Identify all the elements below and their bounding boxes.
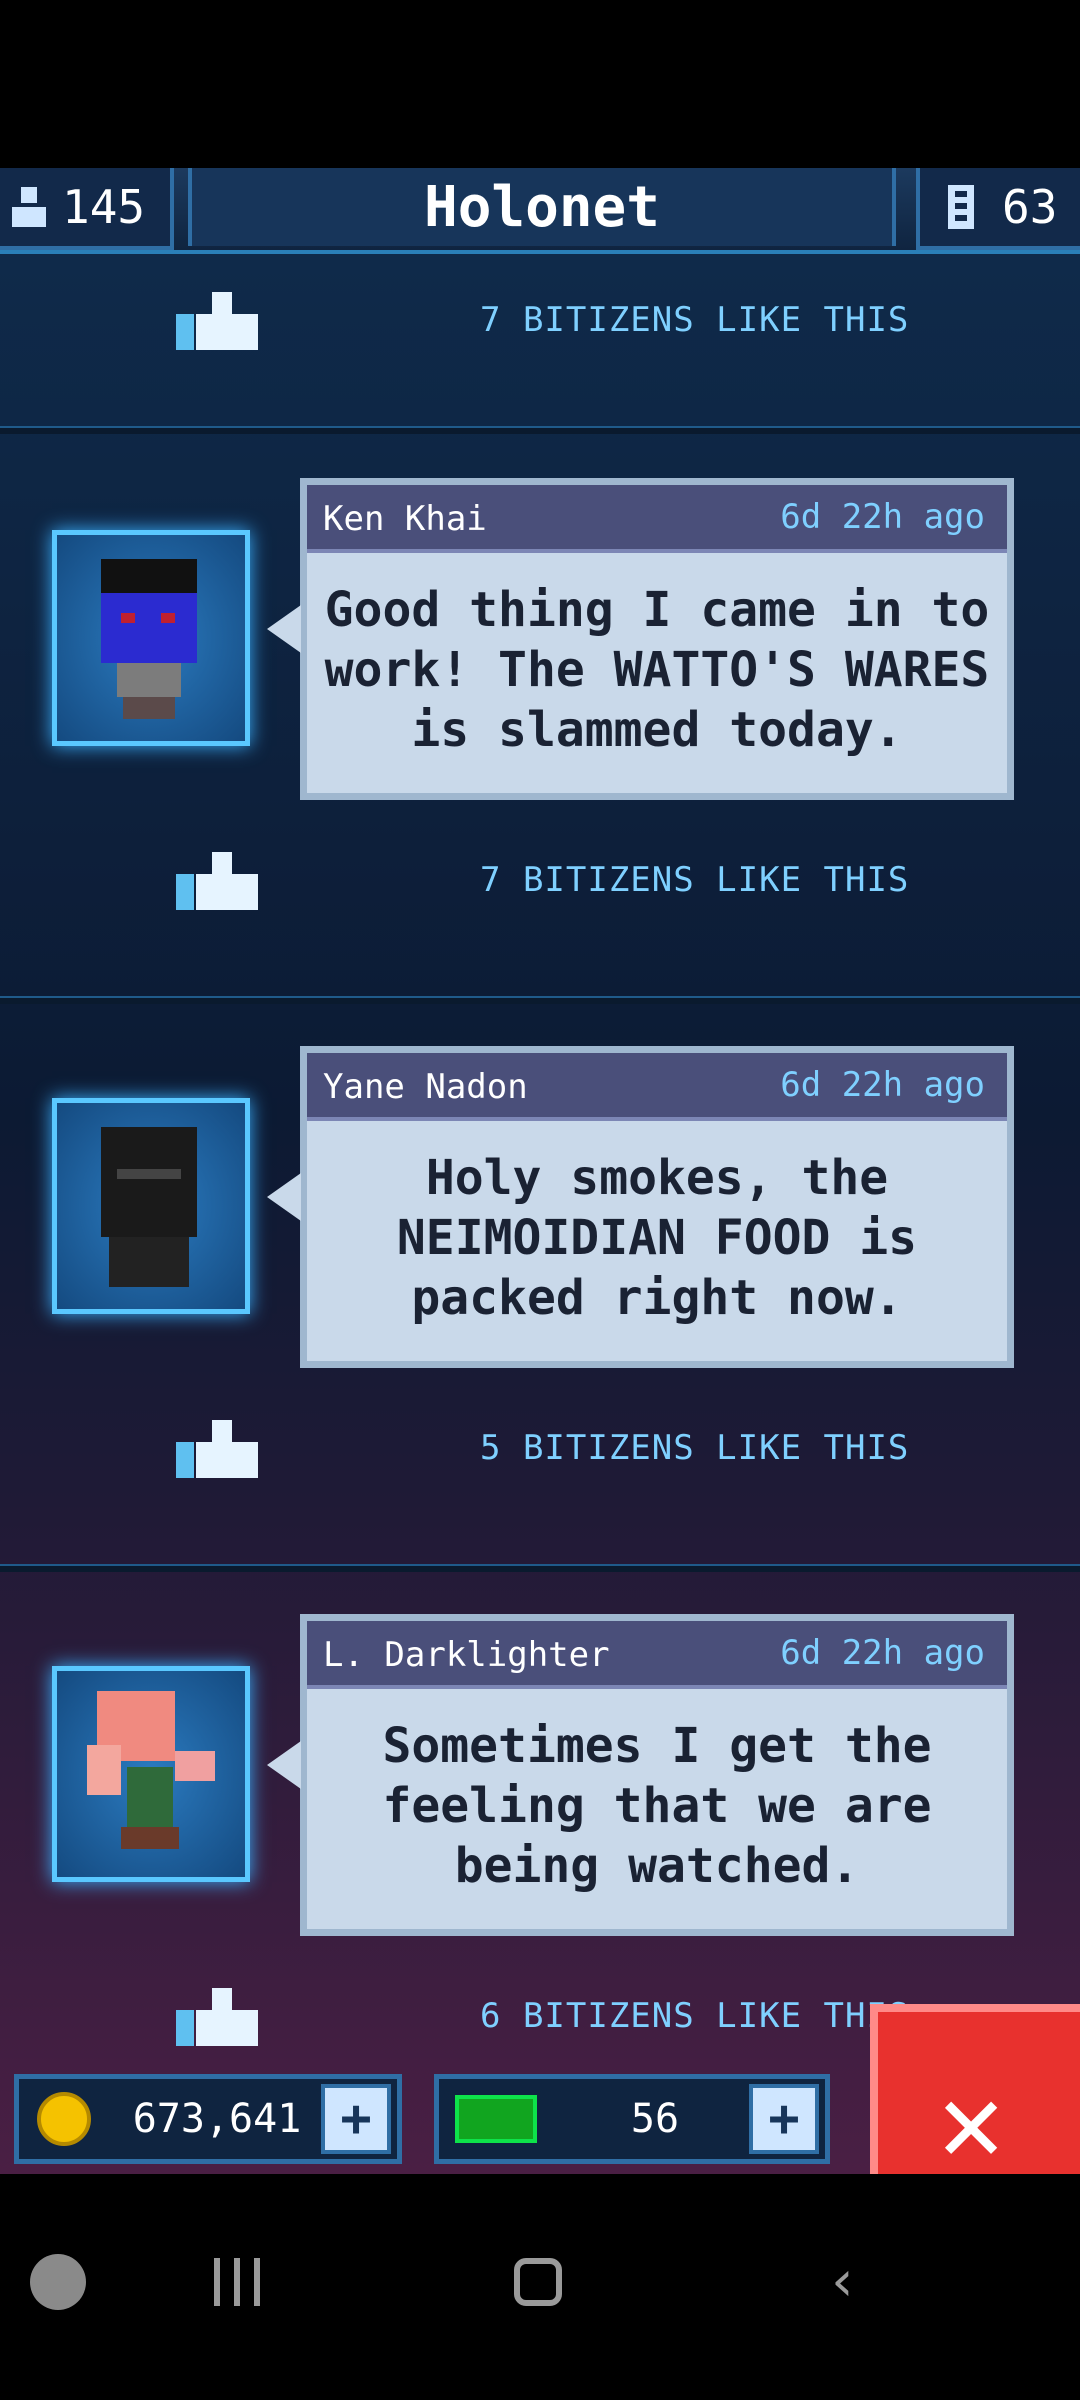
like-count: 7 BITIZENS LIKE THIS — [480, 860, 910, 900]
coins-count: 673,641 — [132, 2096, 302, 2142]
holonet-feed[interactable]: 7 BITIZENS LIKE THIS Ken Khai 6d 22h ago… — [0, 254, 1080, 2174]
system-nav-bar: ‹ — [0, 2174, 1080, 2400]
author-name[interactable]: L. Darklighter — [323, 1635, 610, 1675]
building-icon — [948, 185, 974, 229]
message-bubble: Yane Nadon 6d 22h ago Holy smokes, the N… — [267, 1046, 1014, 1368]
message-header: Ken Khai 6d 22h ago — [307, 485, 1007, 553]
bux-box: 56 + — [434, 2074, 830, 2164]
feed-item: 7 BITIZENS LIKE THIS — [0, 254, 1080, 434]
message-header: L. Darklighter 6d 22h ago — [307, 1621, 1007, 1689]
population-stat[interactable]: 145 — [0, 168, 174, 250]
like-row[interactable]: 5 BITIZENS LIKE THIS — [0, 1402, 1080, 1492]
floors-stat[interactable]: 63 — [916, 168, 1080, 250]
message-header: Yane Nadon 6d 22h ago — [307, 1053, 1007, 1121]
bux-icon — [455, 2095, 537, 2143]
add-coins-button[interactable]: + — [321, 2084, 391, 2154]
close-button[interactable]: ✕ — [870, 2004, 1080, 2190]
resource-bar: 673,641 + 56 + ✕ — [0, 2004, 1080, 2190]
post: L. Darklighter 6d 22h ago Sometimes I ge… — [0, 1614, 1080, 1944]
like-row[interactable]: 7 BITIZENS LIKE THIS — [0, 274, 1080, 364]
message-bubble: Ken Khai 6d 22h ago Good thing I came in… — [267, 478, 1014, 800]
add-bux-button[interactable]: + — [749, 2084, 819, 2154]
message-text: Sometimes I get the feeling that we are … — [382, 1718, 932, 1894]
post: Ken Khai 6d 22h ago Good thing I came in… — [0, 478, 1080, 808]
like-count: 5 BITIZENS LIKE THIS — [480, 1428, 910, 1468]
population-count: 145 — [62, 180, 146, 234]
back-icon[interactable]: ‹ — [826, 2254, 860, 2310]
message-text: Good thing I came in to work! The WATTO'… — [324, 582, 990, 758]
coin-icon — [37, 2092, 91, 2146]
post: Yane Nadon 6d 22h ago Holy smokes, the N… — [0, 1046, 1080, 1376]
avatar[interactable] — [52, 530, 250, 746]
like-count: 7 BITIZENS LIKE THIS — [480, 300, 910, 340]
close-icon: ✕ — [938, 2058, 1005, 2186]
author-name[interactable]: Ken Khai — [323, 499, 487, 539]
game-launcher-icon[interactable] — [30, 2254, 86, 2310]
like-row[interactable]: 7 BITIZENS LIKE THIS — [0, 834, 1080, 924]
timestamp: 6d 22h ago — [780, 497, 985, 537]
thumbs-up-icon[interactable] — [176, 1420, 266, 1484]
thumbs-up-icon[interactable] — [176, 292, 266, 356]
feed-item: Yane Nadon 6d 22h ago Holy smokes, the N… — [0, 1006, 1080, 1572]
bux-count: 56 — [630, 2096, 680, 2142]
coins-box: 673,641 + — [14, 2074, 402, 2164]
home-icon[interactable] — [514, 2258, 562, 2306]
message-bubble: L. Darklighter 6d 22h ago Sometimes I ge… — [267, 1614, 1014, 1936]
avatar[interactable] — [52, 1098, 250, 1314]
top-bar: 145 Holonet 63 — [0, 168, 1080, 254]
like-count: 6 BITIZENS LIKE THIS — [480, 1996, 910, 2036]
page-title: Holonet — [188, 168, 896, 246]
person-icon — [10, 185, 48, 229]
recent-apps-icon[interactable] — [214, 2258, 262, 2306]
author-name[interactable]: Yane Nadon — [323, 1067, 528, 1107]
timestamp: 6d 22h ago — [780, 1633, 985, 1673]
floors-count: 63 — [1002, 180, 1058, 234]
message-text: Holy smokes, the NEIMOIDIAN FOOD is pack… — [396, 1150, 918, 1326]
avatar[interactable] — [52, 1666, 250, 1882]
thumbs-up-icon[interactable] — [176, 1988, 266, 2052]
thumbs-up-icon[interactable] — [176, 852, 266, 916]
feed-item: Ken Khai 6d 22h ago Good thing I came in… — [0, 438, 1080, 1004]
timestamp: 6d 22h ago — [780, 1065, 985, 1105]
